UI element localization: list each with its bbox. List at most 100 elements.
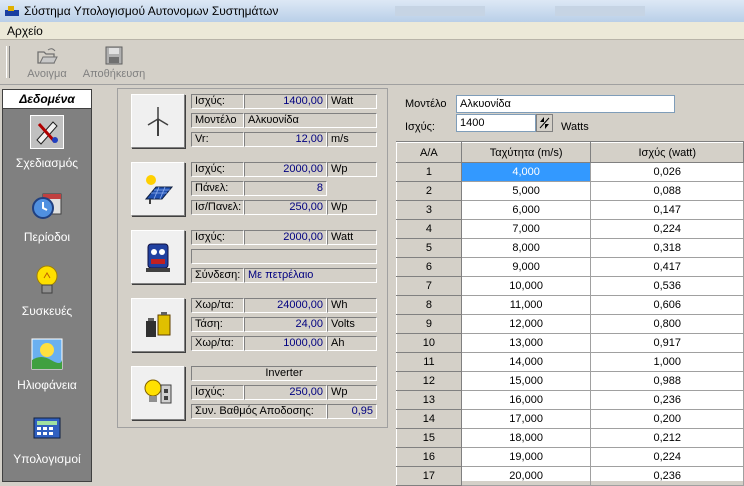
save-button[interactable]: Αποθήκευση: [80, 44, 148, 82]
inverter-button[interactable]: [131, 366, 185, 420]
toolbar-grip[interactable]: [6, 46, 10, 78]
power-cell[interactable]: 1,000: [590, 352, 744, 372]
speed-cell[interactable]: 7,000: [460, 219, 592, 239]
speed-cell[interactable]: 8,000: [460, 238, 592, 258]
battery-ah-value: 1000,00: [244, 336, 327, 351]
row-index-cell[interactable]: 3: [396, 200, 462, 220]
row-index-cell[interactable]: 11: [396, 352, 462, 372]
table-row[interactable]: 17 20,000 0,236: [396, 466, 744, 486]
power-cell[interactable]: 0,088: [590, 181, 744, 201]
speed-cell[interactable]: 18,000: [460, 428, 592, 448]
sidebar-item-calculations[interactable]: Υπολογισμοί: [3, 406, 91, 480]
table-row[interactable]: 6 9,000 0,417: [396, 257, 744, 277]
speed-cell[interactable]: 13,000: [460, 333, 592, 353]
power-cell[interactable]: 0,917: [590, 333, 744, 353]
wind-turbine-icon: [147, 107, 169, 136]
row-index-cell[interactable]: 7: [396, 276, 462, 296]
row-index-cell[interactable]: 1: [396, 162, 462, 182]
table-row[interactable]: 2 5,000 0,088: [396, 181, 744, 201]
sidebar-item-periods[interactable]: Περίοδοι: [3, 184, 91, 258]
table-row[interactable]: 7 10,000 0,536: [396, 276, 744, 296]
table-row[interactable]: 15 18,000 0,212: [396, 428, 744, 448]
power-cell[interactable]: 0,212: [590, 428, 744, 448]
row-index-cell[interactable]: 15: [396, 428, 462, 448]
inverter-power-value: 250,00: [244, 385, 327, 400]
row-index-cell[interactable]: 2: [396, 181, 462, 201]
table-row[interactable]: 12 15,000 0,988: [396, 371, 744, 391]
table-row[interactable]: 8 11,000 0,606: [396, 295, 744, 315]
column-header-index[interactable]: Α/Α: [396, 142, 462, 163]
speed-cell[interactable]: 14,000: [460, 352, 592, 372]
sidebar-item-label: Υπολογισμοί: [13, 452, 81, 466]
speed-cell[interactable]: 9,000: [460, 257, 592, 277]
pv-power-value: 2000,00: [244, 162, 327, 177]
power-cell[interactable]: 0,236: [590, 390, 744, 410]
power-cell[interactable]: 0,147: [590, 200, 744, 220]
row-index-cell[interactable]: 12: [396, 371, 462, 391]
speed-cell[interactable]: 15,000: [460, 371, 592, 391]
pv-perpanel-label: Ισ/Πανελ:: [191, 200, 244, 215]
power-cell[interactable]: 0,800: [590, 314, 744, 334]
speed-cell[interactable]: 17,000: [460, 409, 592, 429]
power-input[interactable]: [456, 114, 536, 132]
row-index-cell[interactable]: 16: [396, 447, 462, 467]
wind-vr-label: Vr:: [191, 132, 244, 147]
column-header-speed[interactable]: Ταχύτητα (m/s): [460, 142, 592, 163]
wind-turbine-button[interactable]: [131, 94, 185, 148]
table-row[interactable]: 9 12,000 0,800: [396, 314, 744, 334]
row-index-cell[interactable]: 5: [396, 238, 462, 258]
sidebar-item-design[interactable]: Σχεδιασμός: [3, 110, 91, 184]
speed-cell[interactable]: 4,000: [460, 162, 592, 182]
speed-cell[interactable]: 11,000: [460, 295, 592, 315]
table-row[interactable]: 5 8,000 0,318: [396, 238, 744, 258]
battery-button[interactable]: [131, 298, 185, 352]
power-cell[interactable]: 0,417: [590, 257, 744, 277]
power-cell[interactable]: 0,318: [590, 238, 744, 258]
sidebar-item-devices[interactable]: Συσκευές: [3, 258, 91, 332]
column-header-power[interactable]: Ισχύς (watt): [590, 142, 744, 163]
speed-cell[interactable]: 20,000: [460, 466, 592, 486]
menu-bar: Αρχείο: [0, 22, 744, 40]
power-cell[interactable]: 0,236: [590, 466, 744, 486]
power-cell[interactable]: 0,026: [590, 162, 744, 182]
power-cell[interactable]: 0,988: [590, 371, 744, 391]
table-row[interactable]: 16 19,000 0,224: [396, 447, 744, 467]
calculator-icon: [33, 417, 61, 439]
row-index-cell[interactable]: 13: [396, 390, 462, 410]
table-row[interactable]: 1 4,000 0,026: [396, 162, 744, 182]
power-cell[interactable]: 0,536: [590, 276, 744, 296]
table-row[interactable]: 14 17,000 0,200: [396, 409, 744, 429]
speed-cell[interactable]: 6,000: [460, 200, 592, 220]
speed-cell[interactable]: 19,000: [460, 447, 592, 467]
table-row[interactable]: 13 16,000 0,236: [396, 390, 744, 410]
row-index-cell[interactable]: 8: [396, 295, 462, 315]
row-index-cell[interactable]: 9: [396, 314, 462, 334]
spinner-arrows-icon: [539, 117, 550, 129]
open-button[interactable]: Ανοιγμα: [18, 44, 76, 82]
power-cell[interactable]: 0,224: [590, 219, 744, 239]
pv-perpanel-unit: Wp: [327, 200, 377, 215]
speed-cell[interactable]: 5,000: [460, 181, 592, 201]
power-spinner[interactable]: [536, 114, 553, 132]
row-index-cell[interactable]: 17: [396, 466, 462, 486]
generator-button[interactable]: [131, 230, 185, 284]
power-cell[interactable]: 0,200: [590, 409, 744, 429]
table-row[interactable]: 4 7,000 0,224: [396, 219, 744, 239]
power-cell[interactable]: 0,606: [590, 295, 744, 315]
speed-cell[interactable]: 16,000: [460, 390, 592, 410]
menu-file[interactable]: Αρχείο: [7, 24, 43, 38]
table-row[interactable]: 3 6,000 0,147: [396, 200, 744, 220]
row-index-cell[interactable]: 14: [396, 409, 462, 429]
save-label: Αποθήκευση: [82, 68, 146, 80]
power-cell[interactable]: 0,224: [590, 447, 744, 467]
pv-panel-button[interactable]: [131, 162, 185, 216]
row-index-cell[interactable]: 10: [396, 333, 462, 353]
speed-cell[interactable]: 10,000: [460, 276, 592, 296]
table-row[interactable]: 10 13,000 0,917: [396, 333, 744, 353]
row-index-cell[interactable]: 6: [396, 257, 462, 277]
sidebar-item-sunshine[interactable]: Ηλιοφάνεια: [3, 332, 91, 406]
speed-cell[interactable]: 12,000: [460, 314, 592, 334]
model-input[interactable]: [456, 95, 675, 113]
table-row[interactable]: 11 14,000 1,000: [396, 352, 744, 372]
row-index-cell[interactable]: 4: [396, 219, 462, 239]
